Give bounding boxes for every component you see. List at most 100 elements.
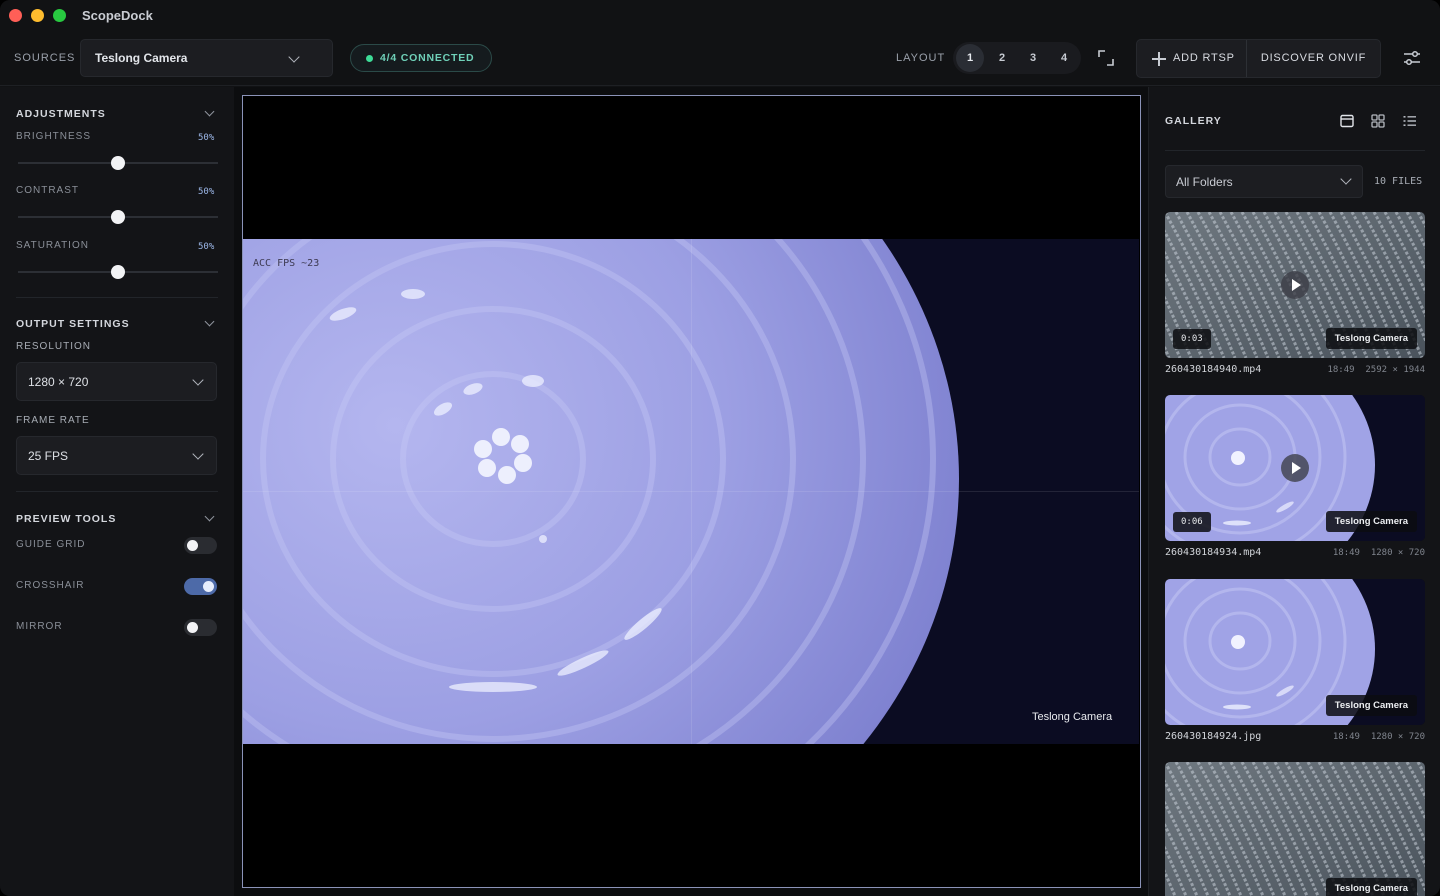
collapse-output-settings-icon[interactable] xyxy=(204,316,215,327)
camera-badge: Teslong Camera xyxy=(1325,695,1417,716)
layout-label: LAYOUT xyxy=(896,52,946,64)
folder-select[interactable]: All Folders xyxy=(1165,165,1363,198)
contrast-value: 50% xyxy=(198,187,215,197)
close-window-button[interactable] xyxy=(9,9,22,22)
crosshair-toggle[interactable] xyxy=(184,578,217,595)
file-name: 260430184924.jpg xyxy=(1165,731,1262,742)
resolution-label: RESOLUTION xyxy=(16,341,92,352)
file-time: 18:49 xyxy=(1332,732,1360,742)
plus-icon xyxy=(1152,52,1166,66)
layout-button-1[interactable]: 1 xyxy=(956,44,984,72)
contrast-label: CONTRAST xyxy=(16,185,79,196)
saturation-label: SATURATION xyxy=(16,240,89,251)
sources-label: SOURCES xyxy=(14,52,76,64)
grid-view-icon[interactable] xyxy=(1371,114,1385,128)
saturation-value: 50% xyxy=(198,242,215,252)
camera-badge: Teslong Camera xyxy=(1325,878,1417,896)
file-meta: 18:49 2592 × 1944 xyxy=(1327,365,1425,375)
layout-button-3[interactable]: 3 xyxy=(1019,44,1047,72)
chevron-down-icon xyxy=(192,374,204,386)
crosshair-horizontal-line xyxy=(243,491,1139,492)
toolbar: SOURCES Teslong Camera 4/4 CONNECTED LAY… xyxy=(0,32,1440,86)
resolution-select-value: 1280 × 720 xyxy=(28,375,89,389)
brightness-label: BRIGHTNESS xyxy=(16,131,92,142)
file-name: 260430184934.mp4 xyxy=(1165,547,1262,558)
toggle-knob xyxy=(203,581,214,592)
chevron-down-icon xyxy=(192,448,204,460)
brightness-value: 50% xyxy=(198,133,215,143)
file-time: 18:49 xyxy=(1327,365,1355,375)
gallery-thumbnail[interactable]: Teslong Camera xyxy=(1165,579,1425,725)
app-window: ScopeDock SOURCES Teslong Camera 4/4 CON… xyxy=(0,0,1440,896)
play-icon[interactable] xyxy=(1281,271,1309,299)
add-rtsp-label: ADD RTSP xyxy=(1173,52,1235,64)
camera-badge: Teslong Camera xyxy=(1325,328,1417,349)
connection-status-text: 4/4 CONNECTED xyxy=(380,52,475,64)
guide-grid-toggle[interactable] xyxy=(184,537,217,554)
saturation-slider[interactable] xyxy=(18,265,218,279)
source-select[interactable]: Teslong Camera xyxy=(80,39,333,77)
files-count: 10 FILES xyxy=(1374,176,1423,187)
feed-overlay-text: ACC FPS ~23 xyxy=(253,258,320,269)
file-meta: 18:49 1280 × 720 xyxy=(1333,732,1425,742)
gallery-panel: GALLERY All Folders 10 FILES 0:03 Teslon… xyxy=(1148,87,1440,896)
gallery-thumbnail[interactable]: 0:06 Teslong Camera xyxy=(1165,395,1425,541)
saturation-slider-handle[interactable] xyxy=(111,265,125,279)
folder-select-value: All Folders xyxy=(1176,175,1233,189)
section-divider xyxy=(16,491,218,492)
source-select-value: Teslong Camera xyxy=(95,51,188,65)
adjustments-heading: ADJUSTMENTS xyxy=(16,108,106,120)
duration-badge: 0:03 xyxy=(1173,329,1211,349)
file-time: 18:49 xyxy=(1332,548,1360,558)
contrast-slider-handle[interactable] xyxy=(111,210,125,224)
duration-badge: 0:06 xyxy=(1173,512,1211,532)
toggle-knob xyxy=(187,622,198,633)
minimize-window-button[interactable] xyxy=(31,9,44,22)
chevron-down-icon xyxy=(288,51,300,63)
feed-camera-label: Teslong Camera xyxy=(1032,711,1113,723)
crosshair-label: CROSSHAIR xyxy=(16,580,85,591)
list-view-icon[interactable] xyxy=(1403,114,1417,128)
camera-feed: ACC FPS ~23 Teslong Camera xyxy=(243,239,1139,744)
maximize-window-button[interactable] xyxy=(53,9,66,22)
frame-rate-select-value: 25 FPS xyxy=(28,449,69,463)
play-icon[interactable] xyxy=(1281,454,1309,482)
brightness-slider-handle[interactable] xyxy=(111,156,125,170)
single-view-icon[interactable] xyxy=(1340,114,1354,128)
file-meta: 18:49 1280 × 720 xyxy=(1333,548,1425,558)
collapse-preview-tools-icon[interactable] xyxy=(204,511,215,522)
status-dot-icon xyxy=(366,55,373,62)
layout-button-4[interactable]: 4 xyxy=(1050,44,1078,72)
camera-preview[interactable]: ACC FPS ~23 Teslong Camera xyxy=(242,95,1141,888)
settings-sliders-icon[interactable] xyxy=(1403,50,1421,66)
contrast-slider[interactable] xyxy=(18,210,218,224)
mirror-toggle[interactable] xyxy=(184,619,217,636)
chevron-down-icon xyxy=(1340,173,1352,185)
add-rtsp-button[interactable]: ADD RTSP xyxy=(1137,40,1247,77)
gallery-divider xyxy=(1165,150,1425,151)
title-bar: ScopeDock xyxy=(0,0,1440,32)
gallery-title: GALLERY xyxy=(1165,115,1222,127)
collapse-adjustments-icon[interactable] xyxy=(204,106,215,117)
section-divider xyxy=(16,297,218,298)
camera-badge: Teslong Camera xyxy=(1325,511,1417,532)
file-dimensions: 2592 × 1944 xyxy=(1365,365,1425,375)
guide-grid-label: GUIDE GRID xyxy=(16,539,86,550)
frame-rate-label: FRAME RATE xyxy=(16,415,90,426)
layout-selector: 1 2 3 4 xyxy=(953,42,1081,74)
file-name: 260430184940.mp4 xyxy=(1165,364,1262,375)
brightness-slider[interactable] xyxy=(18,156,218,170)
file-dimensions: 1280 × 720 xyxy=(1370,732,1425,742)
resolution-select[interactable]: 1280 × 720 xyxy=(16,362,217,401)
frame-rate-select[interactable]: 25 FPS xyxy=(16,436,217,475)
gallery-thumbnail[interactable]: 0:03 Teslong Camera xyxy=(1165,212,1425,358)
file-dimensions: 1280 × 720 xyxy=(1370,548,1425,558)
preview-tools-heading: PREVIEW TOOLS xyxy=(16,513,117,525)
discover-onvif-button[interactable]: DISCOVER ONVIF xyxy=(1247,40,1380,77)
layout-button-2[interactable]: 2 xyxy=(988,44,1016,72)
source-actions: ADD RTSP DISCOVER ONVIF xyxy=(1136,39,1381,78)
mirror-label: MIRROR xyxy=(16,621,63,632)
gallery-thumbnail[interactable]: Teslong Camera xyxy=(1165,762,1425,896)
expand-icon[interactable] xyxy=(1097,49,1115,67)
app-title: ScopeDock xyxy=(82,8,153,23)
